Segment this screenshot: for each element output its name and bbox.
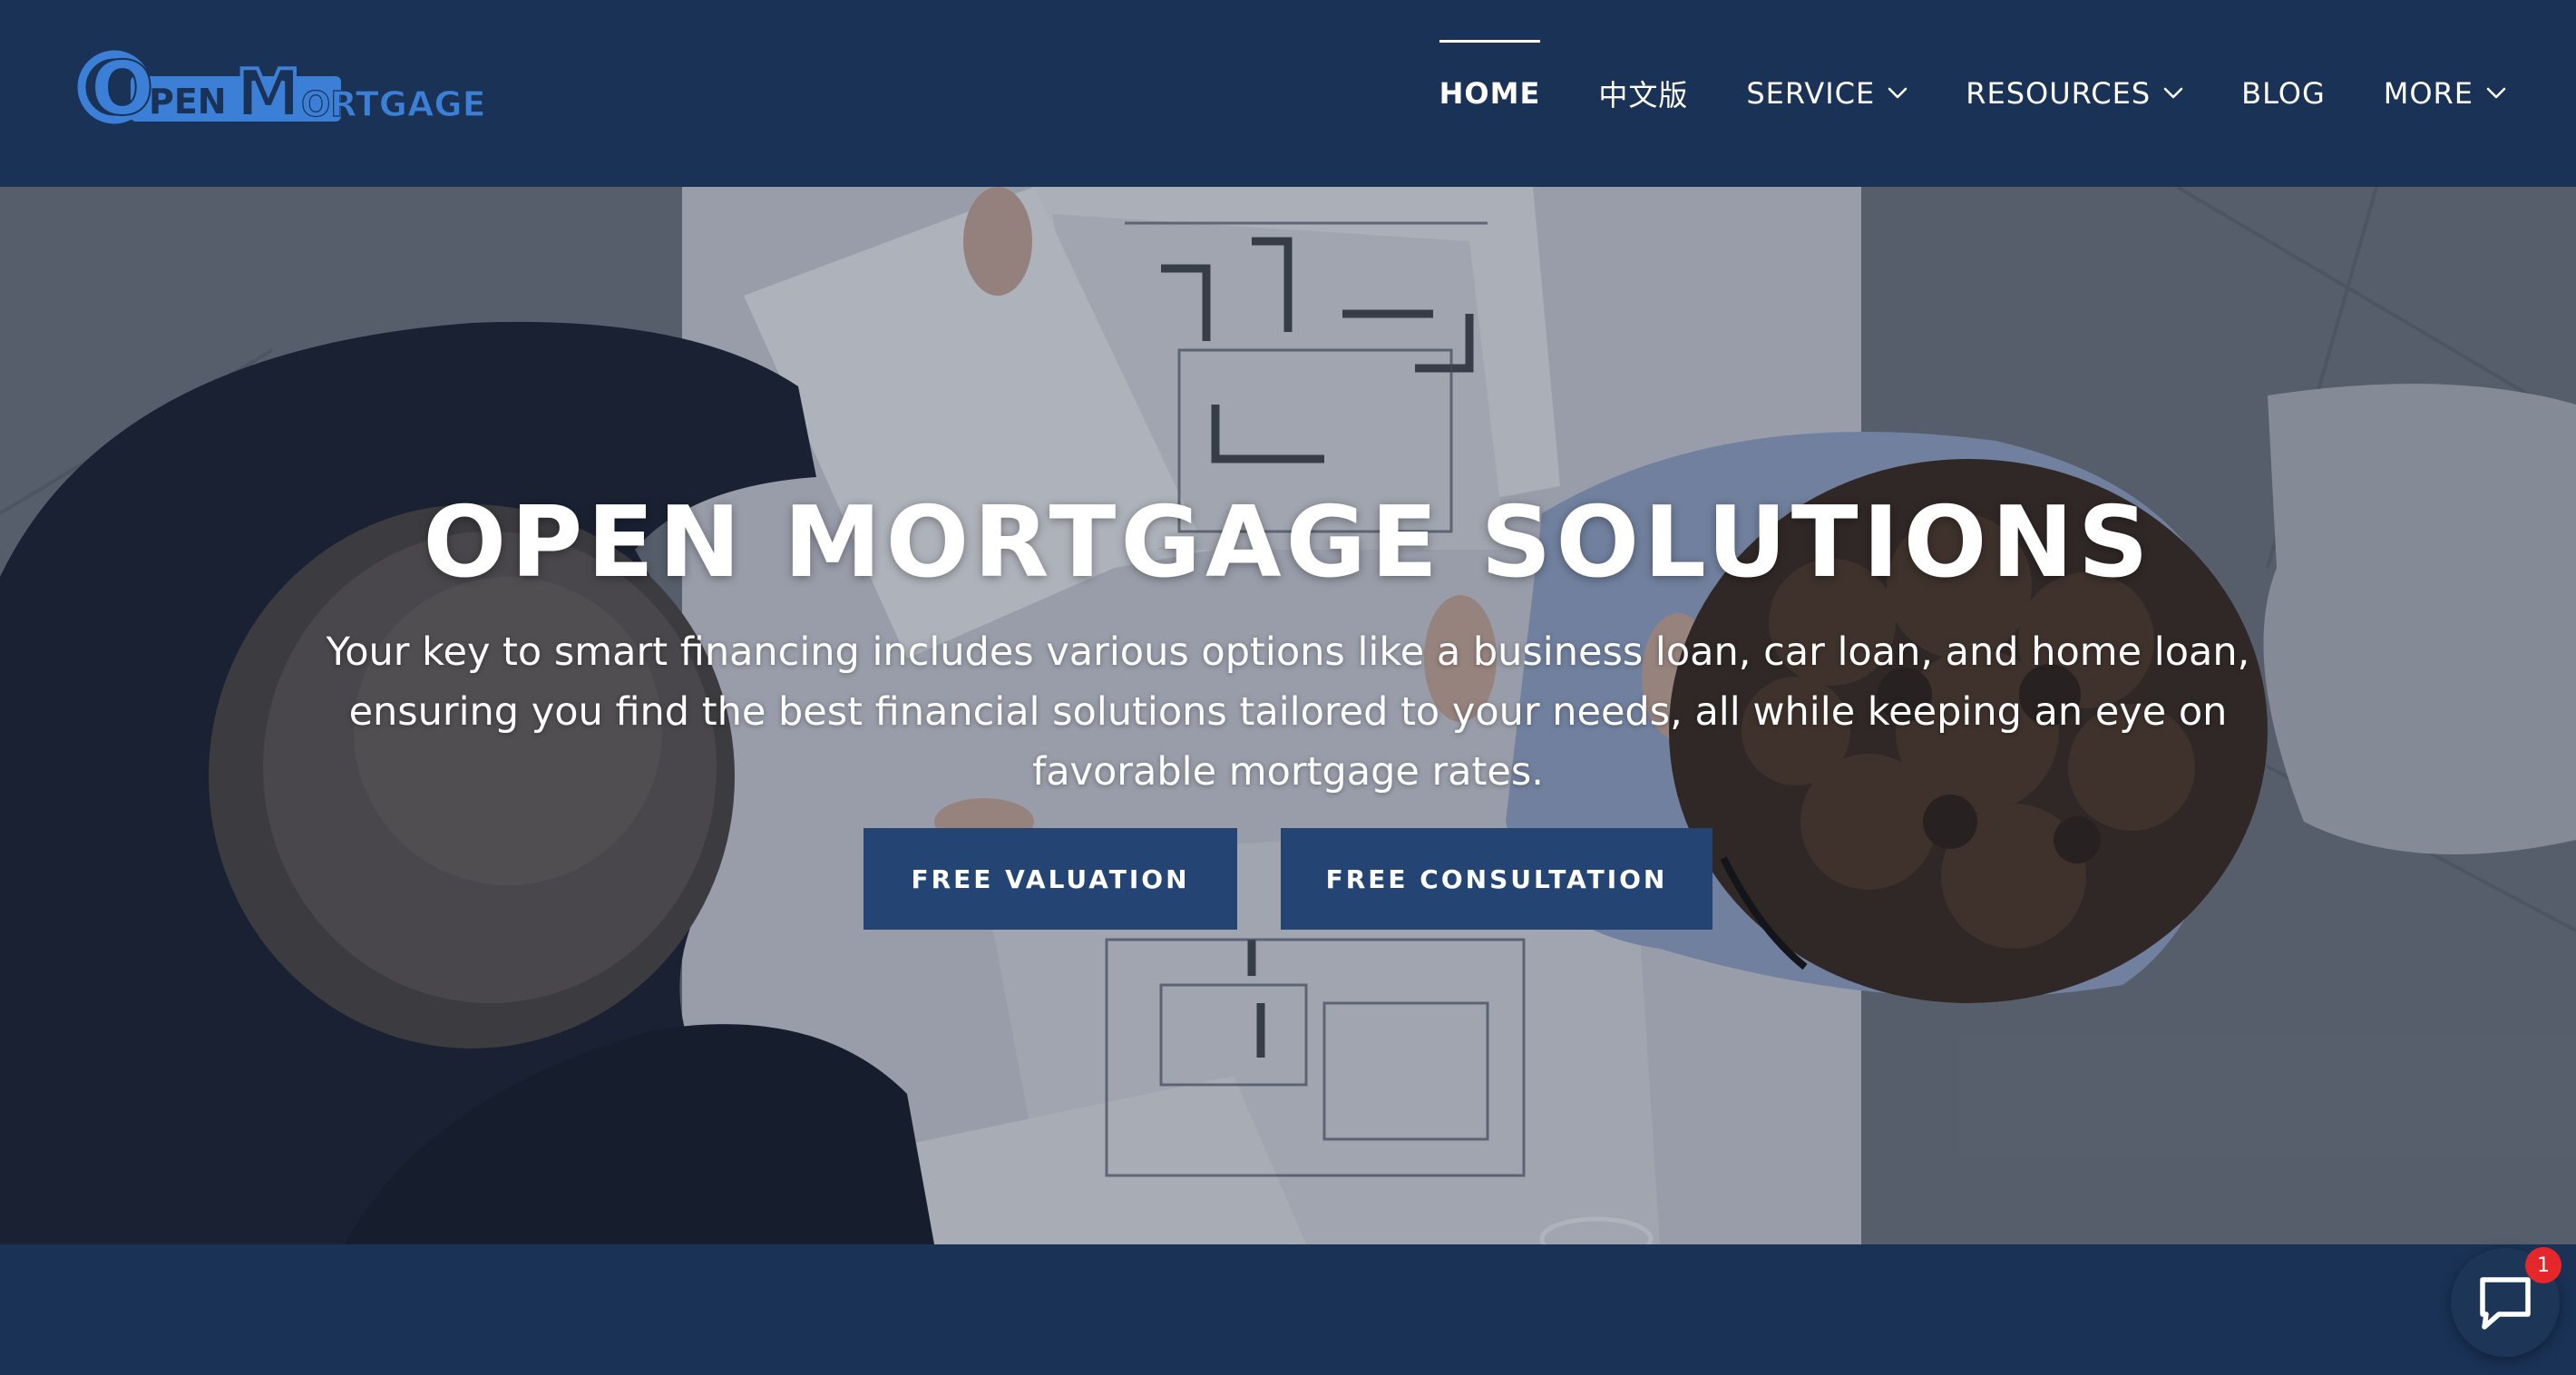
free-consultation-button[interactable]: FREE CONSULTATION — [1281, 828, 1712, 930]
hero-title: OPEN MORTGAGE SOLUTIONS — [423, 486, 2153, 600]
free-valuation-button[interactable]: FREE VALUATION — [864, 828, 1237, 930]
hero-section: OPEN MORTGAGE SOLUTIONS Your key to smar… — [0, 187, 2576, 1244]
hero-subtitle-line-3: favorable mortgage rates. — [1032, 749, 1544, 795]
nav-label-more: MORE — [2383, 76, 2474, 111]
open-mortgage-logo-icon: O PEN M ORTGAGE — [77, 45, 486, 129]
hero-subtitle-line-1: Your key to smart financing includes var… — [326, 629, 2250, 675]
chevron-down-icon — [1888, 87, 1908, 99]
nav-item-more[interactable]: MORE — [2384, 0, 2506, 187]
next-section-strip — [0, 1244, 2576, 1375]
main-nav: HOME 中文版 SERVICE RESOURCES BLOG MORE — [1439, 0, 2506, 187]
nav-item-resources[interactable]: RESOURCES — [1966, 0, 2183, 187]
site-header: O PEN M ORTGAGE HOME 中文版 SERVICE RESOURC… — [0, 0, 2576, 187]
nav-item-home[interactable]: HOME — [1439, 0, 1541, 187]
nav-item-service[interactable]: SERVICE — [1746, 0, 1908, 187]
chat-bubble-icon — [2480, 1277, 2531, 1330]
chevron-down-icon — [2163, 87, 2183, 99]
chat-notification-badge: 1 — [2525, 1247, 2561, 1283]
nav-label-service: SERVICE — [1746, 76, 1876, 111]
logo-letter-o: O — [91, 46, 154, 129]
chat-widget-button[interactable]: 1 — [2451, 1247, 2561, 1357]
hero-subtitle-line-2: ensuring you find the best financial sol… — [348, 689, 2228, 735]
logo-text-pen: PEN — [149, 82, 227, 122]
nav-label-resources: RESOURCES — [1966, 76, 2152, 111]
logo-text-ortgage: ORTGAGE — [301, 84, 486, 124]
logo-letter-m: M — [236, 55, 301, 129]
hero-subtitle: Your key to smart financing includes var… — [308, 622, 2268, 802]
hero-cta-group: FREE VALUATION FREE CONSULTATION — [0, 828, 2576, 930]
nav-item-blog[interactable]: BLOG — [2241, 0, 2326, 187]
site-logo[interactable]: O PEN M ORTGAGE — [76, 45, 486, 129]
nav-label-chinese: 中文版 — [1598, 78, 1689, 112]
chevron-down-icon — [2486, 87, 2506, 99]
nav-label-blog: BLOG — [2241, 76, 2326, 111]
nav-item-chinese[interactable]: 中文版 — [1598, 0, 1688, 187]
nav-label-home: HOME — [1439, 40, 1541, 111]
